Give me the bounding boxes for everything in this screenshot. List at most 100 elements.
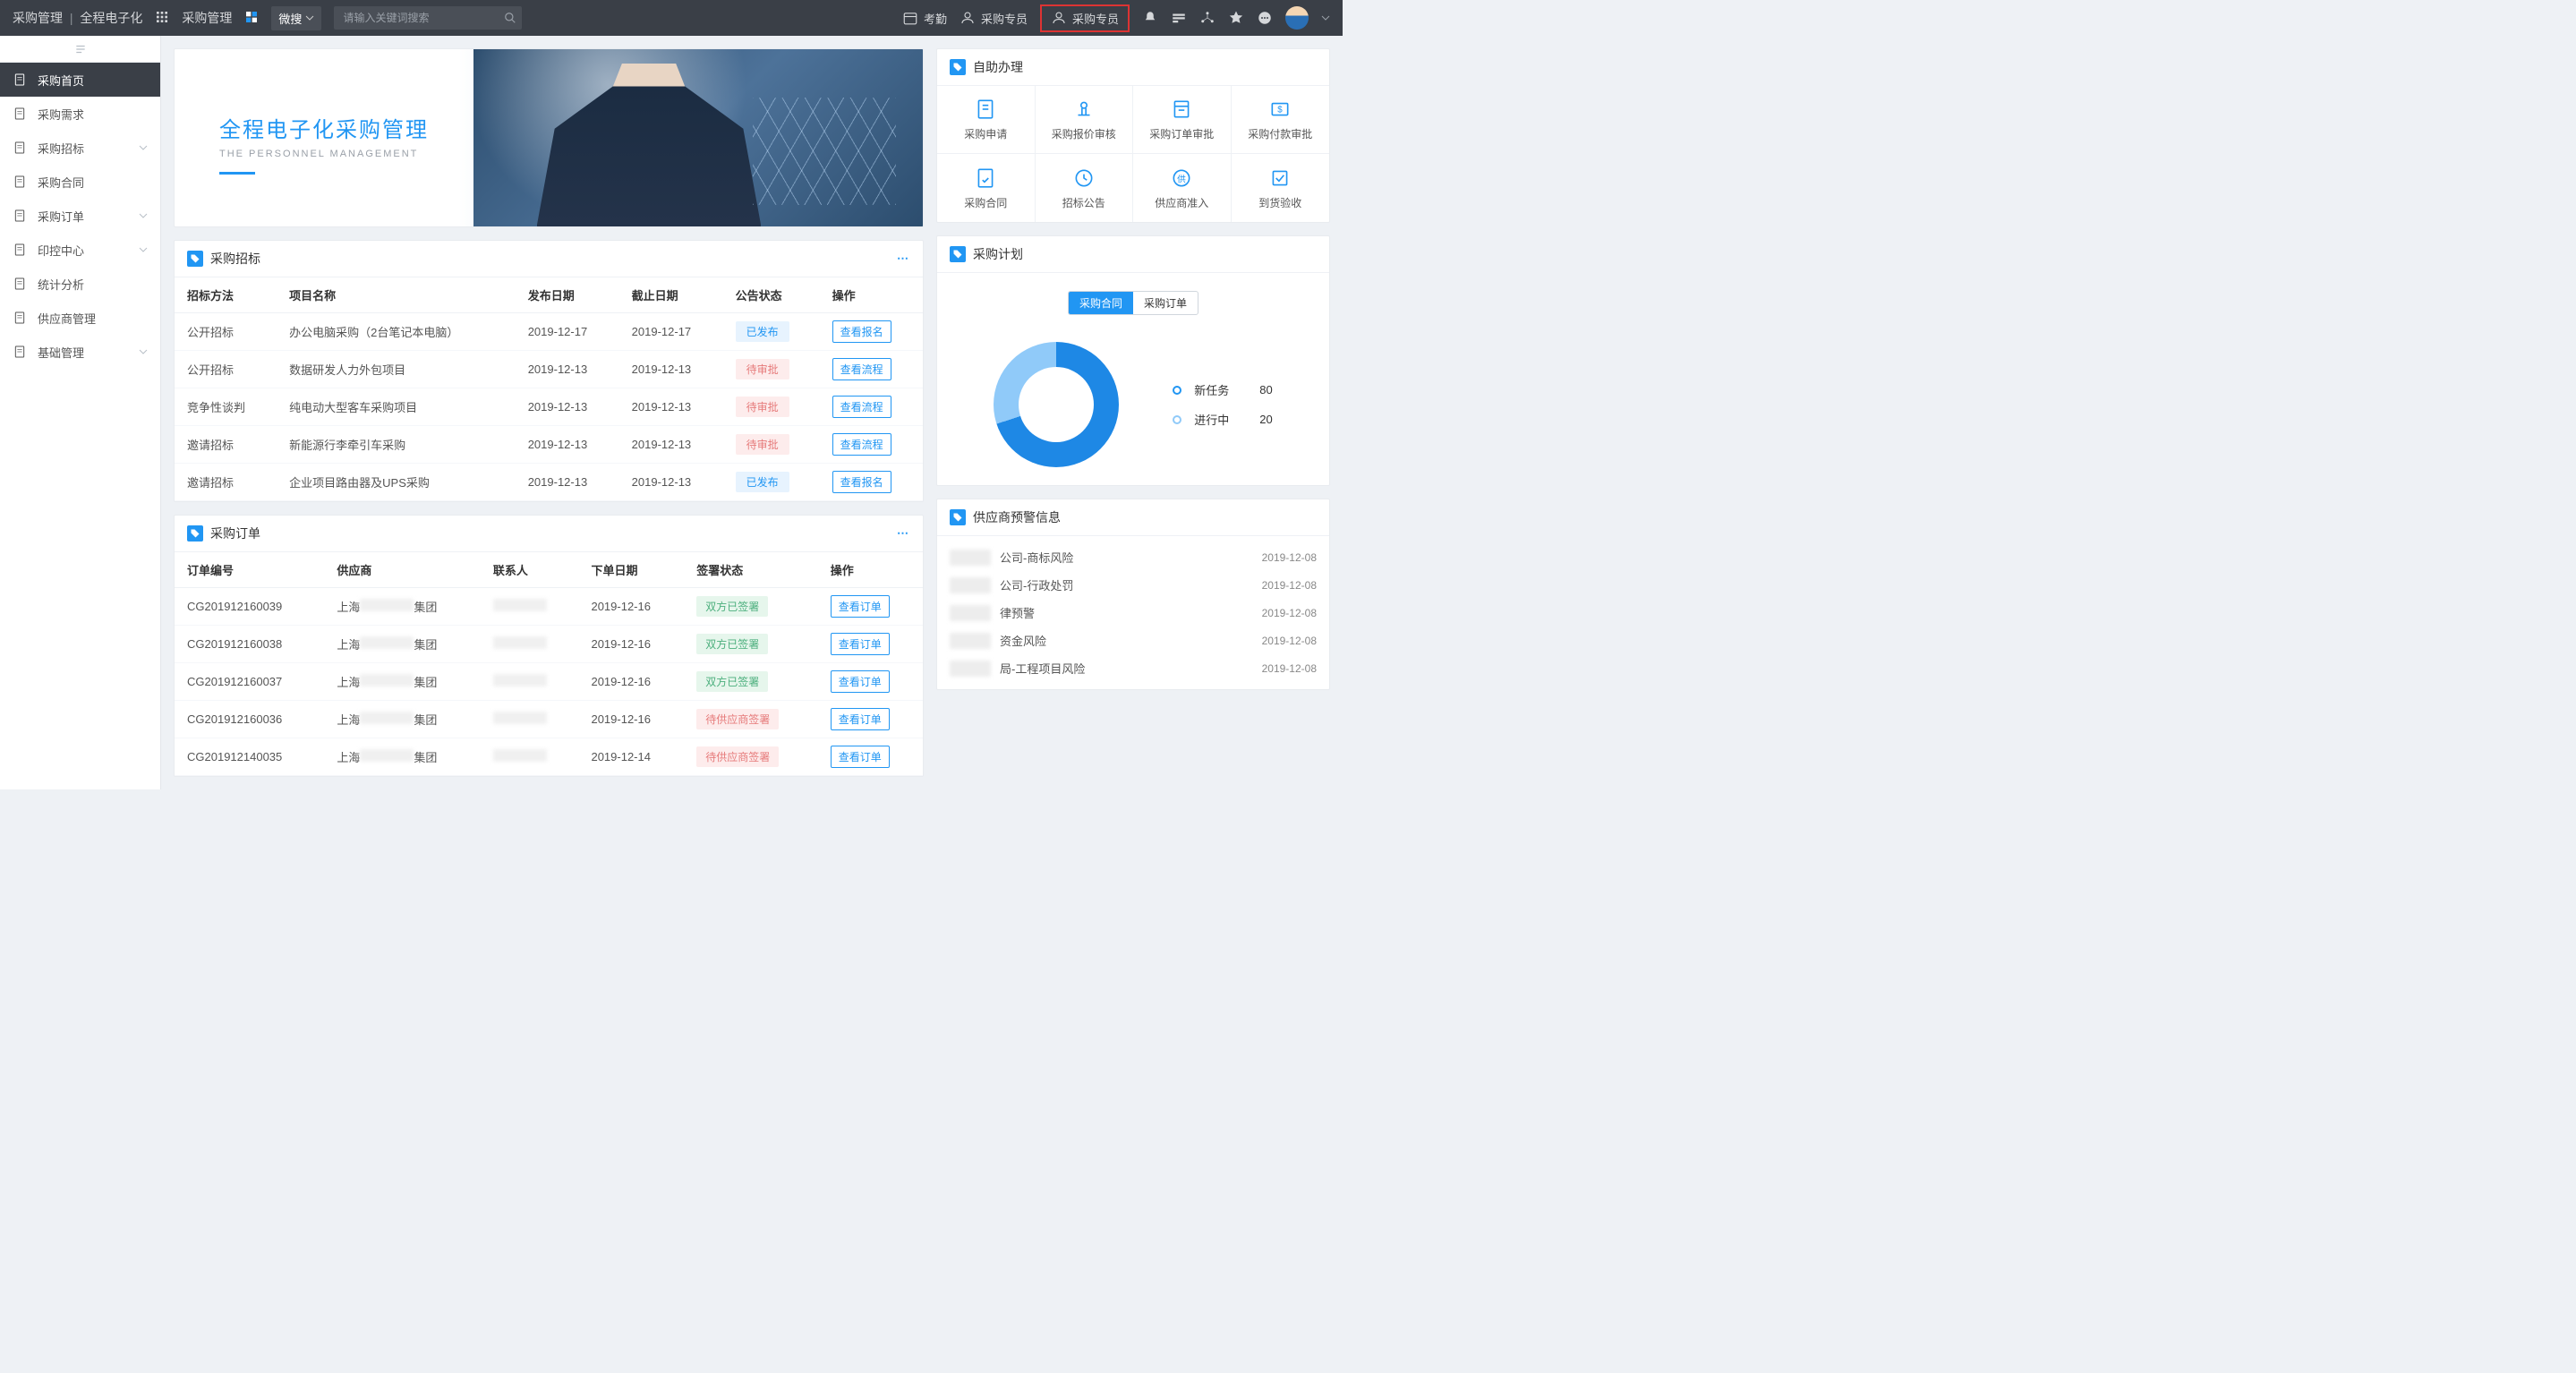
action-button[interactable]: 查看订单 — [831, 746, 890, 768]
sidebar-item-3[interactable]: 采购合同 — [0, 165, 160, 199]
orders-title: 采购订单 — [210, 524, 260, 542]
plan-tab-orders[interactable]: 采购订单 — [1133, 292, 1198, 314]
alert-row[interactable]: 资金风险2019-12-08 — [950, 627, 1317, 654]
nav-attendance[interactable]: 考勤 — [902, 10, 947, 27]
alert-row[interactable]: 公司-行政处罚2019-12-08 — [950, 571, 1317, 599]
col-header: 截止日期 — [619, 277, 723, 313]
nav-role-2-highlighted[interactable]: 采购专员 — [1040, 4, 1130, 32]
svc-label: 采购申请 — [964, 126, 1007, 141]
dashboard-icon[interactable] — [1171, 10, 1187, 26]
plan-title: 采购计划 — [973, 245, 1023, 263]
legend-value-new: 80 — [1259, 383, 1272, 397]
table-row: 公开招标办公电脑采购（2台笔记本电脑）2019-12-172019-12-17已… — [175, 313, 923, 351]
action-button[interactable]: 查看报名 — [832, 320, 891, 343]
module-name: 采购管理 — [182, 9, 232, 27]
svc-icon — [1072, 98, 1096, 121]
selfservice-title: 自助办理 — [973, 58, 1023, 76]
chevron-down-icon — [139, 143, 148, 152]
brand-sub: 全程电子化 — [80, 11, 142, 25]
action-button[interactable]: 查看流程 — [832, 396, 891, 418]
action-button[interactable]: 查看流程 — [832, 358, 891, 380]
category-icon[interactable] — [244, 10, 259, 27]
sidebar-item-7[interactable]: 供应商管理 — [0, 301, 160, 335]
network-icon[interactable] — [1199, 10, 1215, 26]
table-row: CG201912160038上海集团2019-12-16双方已签署查看订单 — [175, 626, 923, 663]
alert-date: 2019-12-08 — [1262, 635, 1317, 647]
avatar[interactable] — [1285, 6, 1309, 30]
svc-0[interactable]: 采购申请 — [937, 86, 1036, 154]
action-button[interactable]: 查看流程 — [832, 433, 891, 456]
sidebar: 采购首页采购需求采购招标采购合同采购订单印控中心统计分析供应商管理基础管理 — [0, 36, 161, 789]
sidebar-collapse[interactable] — [0, 36, 160, 63]
svc-label: 采购付款审批 — [1248, 126, 1312, 141]
alert-row[interactable]: 律预警2019-12-08 — [950, 599, 1317, 627]
action-button[interactable]: 查看报名 — [832, 471, 891, 493]
sidebar-item-1[interactable]: 采购需求 — [0, 97, 160, 131]
star-icon[interactable] — [1228, 10, 1244, 26]
brand-main: 采购管理 — [13, 11, 63, 25]
chevron-down-icon — [305, 13, 314, 22]
sidebar-item-4[interactable]: 采购订单 — [0, 199, 160, 233]
brand-divider: | — [70, 11, 73, 25]
alert-text: 公司-行政处罚 — [1000, 576, 1253, 593]
banner: 全程电子化采购管理 THE PERSONNEL MANAGEMENT — [174, 48, 924, 227]
chevron-down-icon — [139, 347, 148, 356]
svc-3[interactable]: $ 采购付款审批 — [1232, 86, 1330, 154]
svc-label: 采购订单审批 — [1149, 126, 1214, 141]
orders-more[interactable]: ⋯ — [897, 526, 910, 541]
redacted — [493, 749, 547, 762]
svc-2[interactable]: 采购订单审批 — [1133, 86, 1232, 154]
action-button[interactable]: 查看订单 — [831, 633, 890, 655]
more-icon[interactable] — [1257, 10, 1273, 26]
redacted — [493, 599, 547, 611]
action-button[interactable]: 查看订单 — [831, 670, 890, 693]
svc-label: 采购合同 — [964, 195, 1007, 210]
bell-icon[interactable] — [1142, 10, 1158, 26]
redacted — [493, 712, 547, 724]
tag-icon — [950, 59, 966, 75]
svg-text:$: $ — [1278, 105, 1284, 115]
doc-icon — [13, 243, 27, 257]
alert-row[interactable]: 局-工程项目风险2019-12-08 — [950, 654, 1317, 682]
svc-7[interactable]: 到货验收 — [1232, 154, 1330, 222]
svc-4[interactable]: 采购合同 — [937, 154, 1036, 222]
plan-tab-contracts[interactable]: 采购合同 — [1069, 292, 1133, 314]
redacted — [493, 674, 547, 686]
sidebar-item-0[interactable]: 采购首页 — [0, 63, 160, 97]
action-button[interactable]: 查看订单 — [831, 708, 890, 730]
sidebar-item-label: 印控中心 — [38, 242, 84, 259]
svc-label: 到货验收 — [1258, 195, 1301, 210]
sidebar-item-5[interactable]: 印控中心 — [0, 233, 160, 267]
doc-icon — [13, 345, 27, 359]
sidebar-item-2[interactable]: 采购招标 — [0, 131, 160, 165]
sidebar-item-6[interactable]: 统计分析 — [0, 267, 160, 301]
status-badge: 待审批 — [736, 359, 789, 379]
svc-5[interactable]: 招标公告 — [1036, 154, 1134, 222]
bidding-more[interactable]: ⋯ — [897, 252, 910, 266]
action-button[interactable]: 查看订单 — [831, 595, 890, 618]
status-badge: 双方已签署 — [696, 596, 768, 617]
status-badge: 双方已签署 — [696, 634, 768, 654]
col-header: 操作 — [818, 552, 923, 588]
alert-row[interactable]: 公司-商标风险2019-12-08 — [950, 543, 1317, 571]
col-header: 联系人 — [481, 552, 579, 588]
search-icon[interactable] — [504, 12, 516, 24]
banner-title-zh: 全程电子化采购管理 — [219, 112, 429, 143]
col-header: 操作 — [820, 277, 923, 313]
banner-photo — [473, 49, 923, 226]
apps-icon[interactable] — [155, 10, 169, 27]
search-scope-dropdown[interactable]: 微搜 — [271, 6, 321, 30]
svc-6[interactable]: 供供应商准入 — [1133, 154, 1232, 222]
search-input[interactable] — [334, 6, 522, 30]
alert-date: 2019-12-08 — [1262, 551, 1317, 564]
sidebar-item-8[interactable]: 基础管理 — [0, 335, 160, 369]
alert-date: 2019-12-08 — [1262, 662, 1317, 675]
svc-1[interactable]: 采购报价审核 — [1036, 86, 1134, 154]
table-row: 竞争性谈判纯电动大型客车采购项目2019-12-132019-12-13待审批查… — [175, 388, 923, 426]
tag-icon — [950, 509, 966, 525]
chevron-down-icon — [139, 245, 148, 254]
sidebar-item-label: 统计分析 — [38, 276, 84, 293]
alert-text: 律预警 — [1000, 604, 1253, 621]
nav-role-1[interactable]: 采购专员 — [960, 10, 1028, 27]
user-menu-chevron-icon[interactable] — [1321, 13, 1330, 22]
